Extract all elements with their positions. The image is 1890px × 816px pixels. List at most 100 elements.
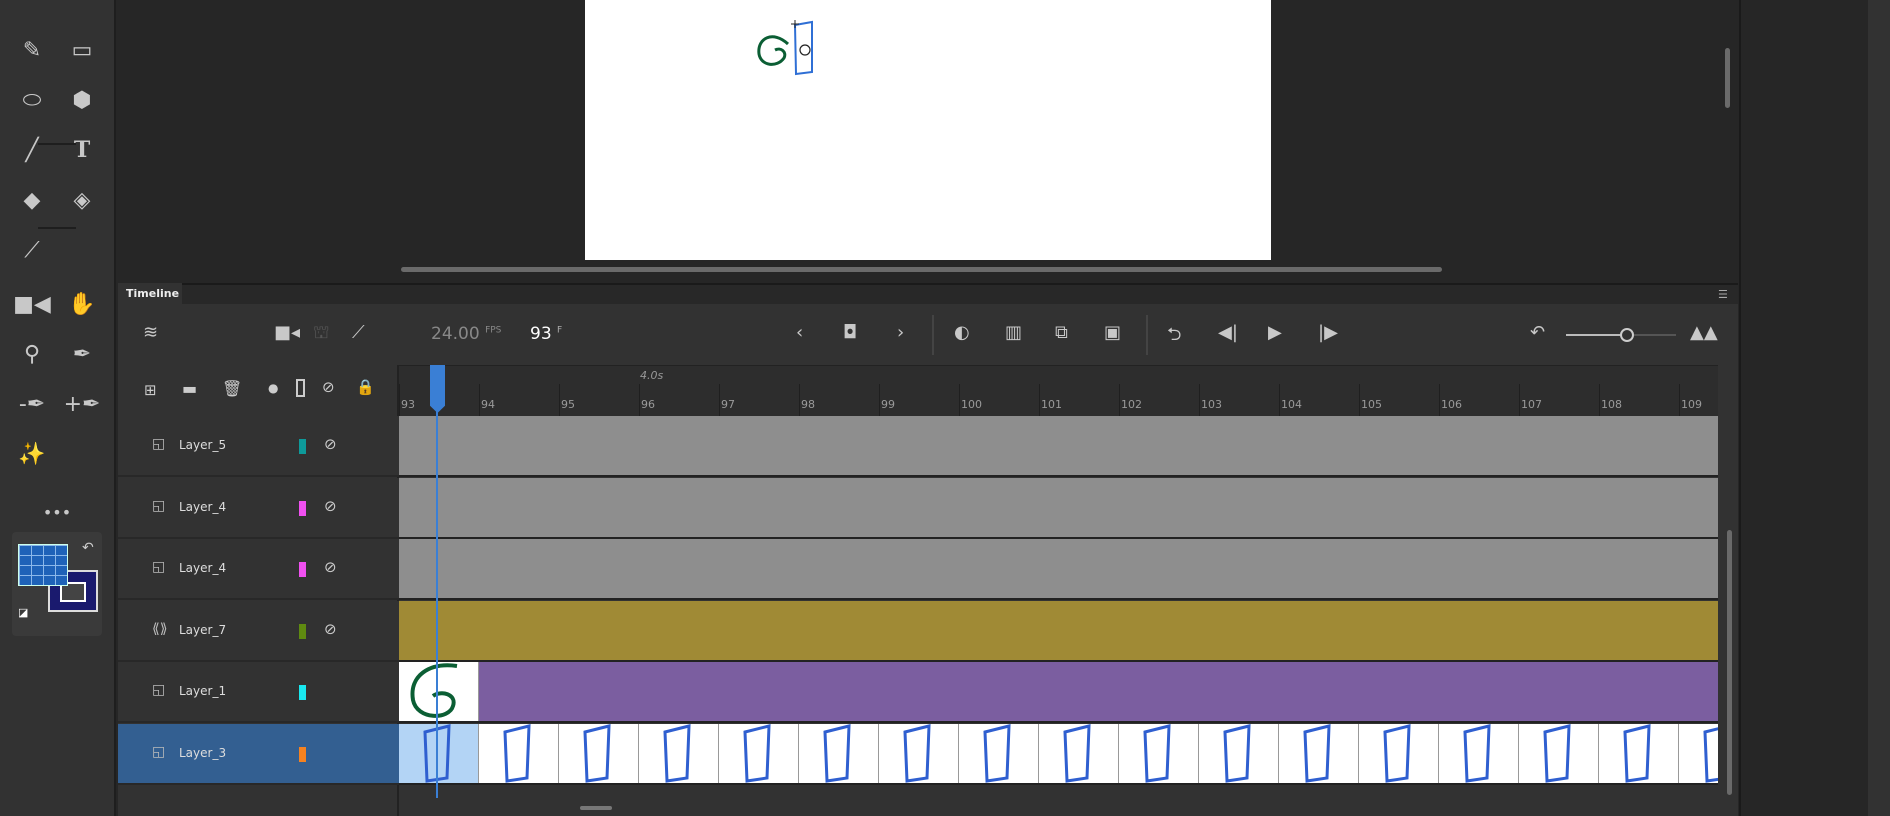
keyframe-cell[interactable] [1199, 723, 1279, 783]
rectangle-tool-icon[interactable]: ▭ [62, 30, 102, 70]
magic-wand-tool-icon[interactable]: ✨ [12, 434, 52, 474]
hidden-eye-icon[interactable]: ⊘ [324, 558, 337, 576]
playhead-handle[interactable] [430, 365, 445, 413]
step-forward-icon[interactable]: |▶ [1318, 322, 1338, 343]
layer-row[interactable]: ◱ Layer_5 ⊘ [118, 416, 399, 477]
zoom-slider-track[interactable] [1566, 334, 1628, 336]
default-colors-icon[interactable]: ◪ [18, 606, 28, 619]
lock-all-layers-icon[interactable]: 🔒 [356, 378, 375, 396]
zoom-slider-thumb[interactable] [1620, 328, 1634, 342]
tab-timeline[interactable]: Timeline [118, 283, 182, 304]
step-back-icon[interactable]: ◀| [1218, 322, 1238, 343]
hidden-eye-icon[interactable]: ⊘ [324, 497, 337, 515]
pen-tool-icon[interactable]: ✒ [62, 334, 102, 374]
create-tween-icon[interactable]: ⧉ [1055, 322, 1068, 343]
play-icon[interactable]: ▶ [1268, 322, 1282, 343]
line-tool-icon[interactable]: ╱ [12, 130, 52, 170]
layer-frames-track[interactable] [399, 539, 1718, 600]
hidden-eye-icon[interactable]: ⊘ [324, 620, 337, 638]
keyframe-cell[interactable] [399, 723, 479, 783]
ruler-label[interactable]: 94 [481, 398, 495, 411]
keyframe-cell[interactable] [1599, 723, 1679, 783]
layer-frames-track[interactable] [399, 662, 1718, 723]
delete-anchor-tool-icon[interactable]: -✒ [12, 384, 52, 424]
new-layer-icon[interactable]: ⊞ [144, 381, 157, 399]
keyframe-cell[interactable] [1519, 723, 1599, 783]
zoom-tool-icon[interactable]: ⚲ [12, 334, 52, 374]
keyframe-cell[interactable] [719, 723, 799, 783]
camera-icon[interactable]: ■◂ [274, 322, 300, 343]
panel-menu-icon[interactable]: ☰ [1718, 288, 1728, 301]
delete-layer-icon[interactable]: 🗑 [222, 379, 242, 398]
layer-name[interactable]: Layer_3 [179, 746, 226, 760]
ruler-label[interactable]: 108 [1601, 398, 1622, 411]
ruler-label[interactable]: 107 [1521, 398, 1542, 411]
ruler-label[interactable]: 99 [881, 398, 895, 411]
layer-name[interactable]: Layer_1 [179, 684, 226, 698]
panel-resize-grip[interactable] [580, 806, 612, 810]
layer-row[interactable]: ⟪⟫ Layer_7 ⊘ [118, 600, 399, 662]
graph-icon[interactable]: ⟋ [352, 322, 365, 343]
keyframe-cell[interactable] [1279, 723, 1359, 783]
fps-display[interactable]: 24.00 FPS [431, 324, 501, 344]
swap-colors-icon[interactable]: ↶ [82, 540, 94, 556]
layer-frames-track[interactable] [399, 416, 1718, 477]
layer-color-swatch[interactable] [299, 562, 306, 577]
more-tools-icon[interactable]: ••• [37, 492, 77, 532]
ruler-label[interactable]: 104 [1281, 398, 1302, 411]
fill-color-swatch[interactable] [18, 544, 68, 586]
ruler-label[interactable]: 98 [801, 398, 815, 411]
pencil-tool-icon[interactable]: ✎ [12, 30, 52, 70]
new-folder-icon[interactable]: ▬ [182, 379, 197, 398]
ruler-label[interactable]: 101 [1041, 398, 1062, 411]
keyframe-cell[interactable] [1679, 723, 1718, 783]
insert-blank-keyframe-icon[interactable]: ▣ [1104, 322, 1121, 343]
layer-parenting-icon[interactable]: ⛫ [313, 322, 330, 346]
keyframe-cell[interactable] [639, 723, 719, 783]
hidden-eye-icon[interactable]: ⊘ [324, 435, 337, 453]
layer-frames-track[interactable] [399, 477, 1718, 539]
text-tool-icon[interactable]: T [62, 130, 102, 170]
ruler-label[interactable]: 105 [1361, 398, 1382, 411]
fit-frames-icon[interactable]: ▲▲ [1690, 322, 1718, 343]
layer-color-swatch[interactable] [299, 500, 306, 516]
show-layers-icon[interactable]: ≋ [143, 322, 158, 343]
ruler-label[interactable]: 97 [721, 398, 735, 411]
keyframe-cell[interactable] [479, 723, 559, 783]
add-anchor-tool-icon[interactable]: +✒ [62, 384, 102, 424]
ruler-label[interactable]: 106 [1441, 398, 1462, 411]
keyframe-cell[interactable] [1039, 723, 1119, 783]
stage-canvas[interactable] [585, 0, 1271, 260]
frame-display[interactable]: 93 F [530, 324, 562, 344]
frame-ruler[interactable]: 93 94 95 96 97 98 99 100 101 102 103 104 105 106 107 10… [399, 365, 1718, 417]
timeline-vertical-scrollbar[interactable] [1727, 530, 1732, 795]
loop-icon[interactable]: ⮌ [1167, 322, 1181, 352]
layer-color-swatch[interactable] [299, 623, 306, 639]
ruler-label[interactable]: 103 [1201, 398, 1222, 411]
eraser-tool-icon[interactable]: ◆ [12, 180, 52, 220]
eyedropper-tool-icon[interactable]: ⟋ [12, 230, 52, 270]
stage-horizontal-scrollbar[interactable] [401, 267, 1442, 272]
ruler-label[interactable]: 109 [1681, 398, 1702, 411]
ruler-label[interactable]: 102 [1121, 398, 1142, 411]
stage-vertical-scrollbar[interactable] [1725, 48, 1730, 108]
keyframe-cell[interactable] [1119, 723, 1199, 783]
hide-all-layers-icon[interactable]: ⊘ [322, 378, 335, 396]
layer-name[interactable]: Layer_7 [179, 623, 226, 637]
layer-row[interactable]: ◱ Layer_4 ⊘ [118, 539, 399, 600]
camera-tool-icon[interactable]: ■◀ [12, 284, 52, 324]
layer-row[interactable]: ◱ Layer_1 [118, 662, 399, 723]
keyframe-cell[interactable] [799, 723, 879, 783]
insert-keyframe-icon[interactable]: ◘ [843, 322, 857, 343]
center-frame-icon[interactable]: ↶ [1530, 322, 1545, 343]
layer-name[interactable]: Layer_4 [179, 500, 226, 514]
layer-row[interactable]: ◱ Layer_4 ⊘ [118, 477, 399, 539]
hand-tool-icon[interactable]: ✋ [62, 284, 102, 324]
layer-color-swatch[interactable] [299, 685, 306, 700]
edit-multiple-frames-icon[interactable]: ▥ [1005, 322, 1022, 343]
polystar-tool-icon[interactable]: ⬢ [62, 80, 102, 120]
keyframe-cell[interactable] [959, 723, 1039, 783]
layer-color-swatch[interactable] [299, 746, 306, 762]
previous-keyframe-icon[interactable]: ‹ [796, 322, 803, 343]
layer-name[interactable]: Layer_5 [179, 438, 226, 452]
